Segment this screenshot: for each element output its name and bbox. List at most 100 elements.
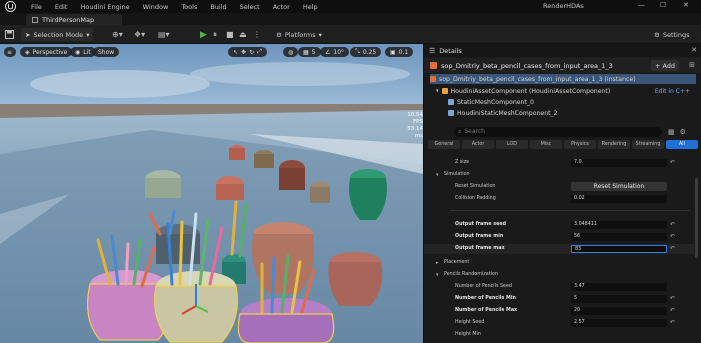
prop-output-frame-seed: Output frame seed 3.048411 ↶ xyxy=(424,220,694,230)
reset-icon[interactable]: ↶ xyxy=(670,295,675,302)
viewport-menu-icon[interactable]: ≡ xyxy=(4,47,16,57)
menu-select[interactable]: Select xyxy=(240,3,260,11)
stop-icon[interactable]: ■ xyxy=(226,28,234,41)
component-row-instance[interactable]: sop_Dmitriy_beta_pencil_cases_from_input… xyxy=(430,74,696,84)
minimize-icon[interactable]: — xyxy=(638,1,645,9)
menu-build[interactable]: Build xyxy=(210,3,226,11)
blueprint-icon[interactable]: ❖▾ xyxy=(134,28,145,41)
filter-general[interactable]: General xyxy=(428,140,460,149)
level-icon xyxy=(32,16,38,23)
property-matrix-icon[interactable]: ▦ xyxy=(668,128,675,136)
scale-snap[interactable]: ⤡ 0.25 xyxy=(350,47,382,57)
world-local-toggle[interactable]: ◍ xyxy=(283,47,299,57)
divider xyxy=(450,210,690,211)
rotation-snap[interactable]: ∠ 10° xyxy=(320,47,350,57)
save-icon[interactable] xyxy=(5,28,14,41)
lit-button[interactable]: ◉ Lit xyxy=(70,47,96,57)
gear-icon: ⚙ xyxy=(654,30,660,39)
menu-file[interactable]: File xyxy=(31,3,42,11)
maximize-icon[interactable]: ☐ xyxy=(660,1,666,9)
perspective-button[interactable]: ◈ Perspective xyxy=(20,47,73,57)
edit-in-cpp-link[interactable]: Edit in C++ xyxy=(655,88,690,95)
level-viewport[interactable]: ≡ ◈ Perspective ◉ Lit Show ↖ ✥ ↻ ⤢ ◍ ▦ 5… xyxy=(0,44,423,343)
menu-houdini-engine[interactable]: Houdini Engine xyxy=(80,3,129,11)
category-placement[interactable]: ▸ Placement xyxy=(424,258,694,268)
filter-streaming[interactable]: Streaming xyxy=(632,140,664,149)
filter-all[interactable]: All xyxy=(666,140,698,149)
output-frame-min-input[interactable]: 56 xyxy=(571,233,667,241)
details-search-input[interactable]: ⌕ Search xyxy=(454,126,662,137)
platforms-dropdown[interactable]: ⚙ Platforms ▾ xyxy=(276,28,322,41)
filter-actor[interactable]: Actor xyxy=(462,140,494,149)
scale-tool-icon[interactable]: ⤢ xyxy=(257,48,262,56)
menu-help[interactable]: Help xyxy=(303,3,318,11)
show-button[interactable]: Show xyxy=(93,47,120,57)
filter-lod[interactable]: LOD xyxy=(496,140,528,149)
prop-number-of-pencils-min: Number of Pencils Min 5 ↶ xyxy=(424,294,694,304)
component-row-static-mesh[interactable]: StaticMeshComponent_0 xyxy=(430,97,696,107)
category-pencils-randomization[interactable]: ▾ Pencils Randomization xyxy=(424,270,694,280)
collision-padding-label: Collision Padding xyxy=(455,196,496,201)
number-of-pencils-max-input[interactable]: 20 xyxy=(571,307,667,315)
transform-tools[interactable]: ↖ ✥ ↻ ⤢ xyxy=(228,47,267,57)
output-frame-max-input[interactable]: 83 xyxy=(571,245,667,253)
details-icon: ☰ xyxy=(429,46,436,55)
actor-name[interactable]: sop_Dmitriy_beta_pencil_cases_from_input… xyxy=(441,62,613,70)
reset-icon[interactable]: ↶ xyxy=(670,307,675,314)
selection-mode-dropdown[interactable]: ➤ Selection Mode ▾ xyxy=(21,28,94,41)
pause-icon[interactable]: ⏸ xyxy=(213,28,217,41)
add-component-button[interactable]: + Add xyxy=(651,60,679,71)
component-row-houdini-asset[interactable]: ▾ HoudiniAssetComponent (HoudiniAssetCom… xyxy=(430,86,696,96)
filter-physics[interactable]: Physics xyxy=(564,140,596,149)
close-window-icon[interactable]: ✕ xyxy=(683,1,689,9)
pencils-randomization-label: Pencils Randomization xyxy=(444,272,498,277)
height-seed-input[interactable]: 2.57 xyxy=(571,319,667,327)
reset-icon[interactable]: ↶ xyxy=(670,233,675,240)
eject-icon[interactable]: ⏏ xyxy=(239,28,247,41)
details-scrollbar[interactable] xyxy=(695,178,698,258)
chevron-right-icon: ▸ xyxy=(436,260,439,266)
add-label: Add xyxy=(662,61,676,70)
settings-dropdown[interactable]: ⚙ Settings xyxy=(654,28,690,41)
number-of-pencils-min-label: Number of Pencils Min xyxy=(455,296,516,301)
rotate-tool-icon[interactable]: ↻ xyxy=(249,49,254,56)
output-frame-max-label: Output frame max xyxy=(455,246,505,251)
reset-simulation-button[interactable]: Reset Simulation xyxy=(571,182,667,191)
move-tool-icon[interactable]: ✥ xyxy=(241,49,246,56)
select-tool-icon[interactable]: ↖ xyxy=(233,49,238,56)
height-min-label: Height Min xyxy=(455,332,481,337)
add-content-icon[interactable]: ⊕▾ xyxy=(112,28,123,41)
lock-icon[interactable]: ⊞ xyxy=(689,61,695,69)
z-size-input[interactable]: 7.0 xyxy=(571,159,667,167)
output-frame-seed-input[interactable]: 3.048411 xyxy=(571,221,667,229)
menu-actor[interactable]: Actor xyxy=(273,3,290,11)
details-title: Details xyxy=(439,46,462,55)
unreal-logo-icon[interactable] xyxy=(4,0,17,13)
menu-edit[interactable]: Edit xyxy=(55,3,68,11)
number-of-pencils-seed-input[interactable]: 3.47 xyxy=(571,283,667,291)
category-simulation[interactable]: ▾ Simulation xyxy=(424,170,694,180)
number-of-pencils-min-input[interactable]: 5 xyxy=(571,295,667,303)
grid-snap[interactable]: ▦ 5 xyxy=(298,47,321,57)
gear-icon[interactable]: ⚙ xyxy=(680,128,686,136)
camera-speed[interactable]: ▣ 0.1 xyxy=(385,47,414,57)
chevron-down-icon: ▾ xyxy=(436,172,439,178)
play-icon[interactable]: ▶ xyxy=(200,28,207,41)
menu-tools[interactable]: Tools xyxy=(181,3,197,11)
reset-icon[interactable]: ↶ xyxy=(670,159,675,166)
close-icon[interactable]: ✕ xyxy=(691,46,697,54)
collision-padding-input[interactable]: 0.02 xyxy=(571,195,667,203)
camera-icon: ▣ xyxy=(390,48,396,56)
reset-icon[interactable]: ↶ xyxy=(670,221,675,228)
filter-misc[interactable]: Misc xyxy=(530,140,562,149)
menu-window[interactable]: Window xyxy=(143,3,169,11)
filter-rendering[interactable]: Rendering xyxy=(598,140,630,149)
category-filter-tabs: General Actor LOD Misc Physics Rendering… xyxy=(428,140,698,150)
tab-third-person-map[interactable]: ThirdPersonMap xyxy=(26,14,122,25)
camera-speed-value: 0.1 xyxy=(398,48,409,56)
cinematics-icon[interactable]: ▤▾ xyxy=(158,28,170,41)
reset-icon[interactable]: ↶ xyxy=(670,319,675,326)
play-options-icon[interactable]: ⋮ xyxy=(253,28,261,41)
reset-icon[interactable]: ↶ xyxy=(670,245,675,252)
component-row-houdini-static-mesh[interactable]: HoudiniStaticMeshComponent_2 xyxy=(430,108,696,118)
